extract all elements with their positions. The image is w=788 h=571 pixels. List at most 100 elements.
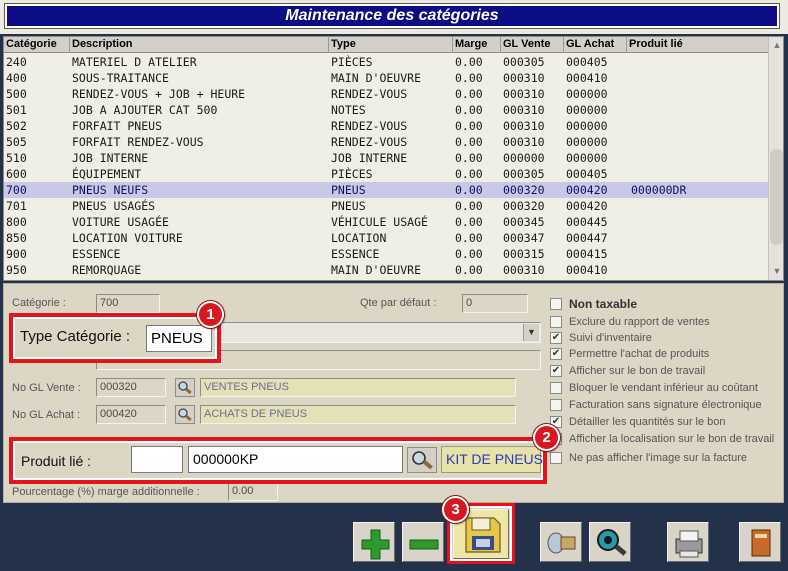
pourcentage-field[interactable]: 0.00 [228, 482, 278, 501]
column-header-gl-vente[interactable]: GL Vente [501, 37, 564, 53]
table-cell: 400 [6, 71, 27, 85]
search-icon [178, 381, 192, 395]
search-button[interactable] [589, 522, 631, 562]
option-checkbox[interactable]: Facturation sans signature électronique [550, 399, 762, 411]
produit-lie-prefix-field[interactable] [131, 446, 183, 473]
table-cell: 000320 [503, 199, 545, 213]
table-cell: 000000DR [631, 183, 687, 197]
table-row[interactable]: 510 JOB INTERNE JOB INTERNE 0.00 000000 00000… [4, 150, 768, 166]
bottom-toolbar [0, 503, 788, 571]
table-cell: 000445 [566, 215, 608, 229]
column-header-produit-lie[interactable]: Produit lié [627, 37, 768, 53]
lookup-button[interactable] [540, 522, 582, 562]
categories-grid[interactable]: Catégorie Description Type Marge GL Vent… [3, 36, 784, 281]
option-checkbox[interactable]: Ne pas afficher l'image sur la facture [550, 452, 747, 464]
delete-button[interactable] [402, 522, 444, 562]
chevron-down-icon[interactable]: ▼ [523, 324, 539, 341]
option-checkbox[interactable]: ✔ Suivi d'inventaire [550, 332, 652, 344]
table-row[interactable]: 240 MATERIEL D ATELIER PIÈCES 0.00 000305 000… [4, 54, 768, 70]
gl-achat-field[interactable]: 000420 [96, 405, 166, 424]
option-checkbox[interactable]: Bloquer le vendant inférieur au coûtant [550, 382, 758, 394]
table-row[interactable]: 701 PNEUS USAGÉS PNEUS 0.00 000320 000420 [4, 198, 768, 214]
table-row[interactable]: 600 ÉQUIPEMENT PIÈCES 0.00 000305 000405 [4, 166, 768, 182]
produit-lie-field[interactable]: 000000KP [188, 446, 403, 473]
column-header-description[interactable]: Description [70, 37, 329, 53]
table-row[interactable]: 500 RENDEZ-VOUS + JOB + HEURE RENDEZ-VOUS 0… [4, 86, 768, 102]
checkmark-icon[interactable]: ✔ [550, 332, 562, 344]
option-checkbox[interactable]: Exclure du rapport de ventes [550, 316, 710, 328]
column-header-categorie[interactable]: Catégorie [4, 37, 70, 53]
table-cell: PNEUS USAGÉS [72, 199, 156, 213]
print-button[interactable] [667, 522, 709, 562]
table-cell: 000000 [566, 151, 608, 165]
gl-vente-description: VENTES PNEUS [200, 378, 516, 397]
checkbox-empty[interactable] [550, 316, 562, 328]
categorie-label: Catégorie : [12, 297, 66, 309]
table-cell: VÉHICULE USAGÉ [331, 215, 428, 229]
table-cell: 000310 [503, 87, 545, 101]
table-row[interactable]: 502 FORFAIT PNEUS RENDEZ-VOUS 0.00 000310 000… [4, 118, 768, 134]
table-row[interactable]: 850 LOCATION VOITURE LOCATION 0.00 000347 000… [4, 230, 768, 246]
table-row[interactable]: 800 VOITURE USAGÉE VÉHICULE USAGÉ 0.00 00034… [4, 214, 768, 230]
table-cell: 000415 [566, 247, 608, 261]
column-header-type[interactable]: Type [329, 37, 453, 53]
table-cell: PIÈCES [331, 55, 373, 69]
table-cell: PNEUS NEUFS [72, 183, 149, 197]
option-checkbox[interactable]: ✔ Afficher sur le bon de travail [550, 365, 705, 377]
table-cell: 600 [6, 167, 27, 181]
gl-achat-lookup-button[interactable] [175, 405, 195, 424]
qte-field[interactable]: 0 [462, 294, 528, 313]
table-cell: 950 [6, 263, 27, 277]
printer-icon [675, 530, 703, 558]
table-cell: 000305 [503, 167, 545, 181]
table-cell: 000000 [566, 135, 608, 149]
checkmark-icon[interactable]: ✔ [550, 348, 562, 360]
checkbox-empty[interactable] [550, 382, 562, 394]
add-button[interactable] [353, 522, 395, 562]
table-cell: 0.00 [455, 135, 483, 149]
table-cell: 0.00 [455, 71, 483, 85]
search-icon [178, 408, 192, 422]
type-categorie-field[interactable]: PNEUS [146, 325, 212, 352]
scroll-up-icon[interactable]: ▲ [769, 37, 783, 53]
checkbox-empty[interactable] [550, 399, 562, 411]
option-checkbox[interactable]: ✔ Détailler les quantités sur le bon [550, 416, 726, 428]
scroll-down-icon[interactable]: ▼ [769, 263, 783, 279]
categorie-field[interactable]: 700 [96, 294, 160, 313]
table-cell: 000405 [566, 55, 608, 69]
exit-button[interactable] [739, 522, 781, 562]
table-cell: 0.00 [455, 199, 483, 213]
table-row[interactable]: 505 FORFAIT RENDEZ-VOUS RENDEZ-VOUS 0.00 000… [4, 134, 768, 150]
table-cell: ESSENCE [331, 247, 380, 261]
badge-3: 3 [442, 496, 469, 523]
table-cell: 000310 [503, 71, 545, 85]
produit-lie-lookup-button[interactable] [407, 447, 437, 473]
callout-produit-lie: Produit lié : 000000KP KIT DE PNEUS [9, 437, 547, 484]
qte-label: Qte par défaut : [360, 297, 437, 309]
table-cell: 900 [6, 247, 27, 261]
gl-vente-lookup-button[interactable] [175, 378, 195, 397]
table-cell: VOITURE USAGÉE [72, 215, 169, 229]
table-cell: 800 [6, 215, 27, 229]
checkbox-empty[interactable] [550, 298, 562, 310]
table-row[interactable]: 900 ESSENCE ESSENCE 0.00 000315 000415 [4, 246, 768, 262]
table-row[interactable]: 950 REMORQUAGE MAIN D'OEUVRE 0.00 000310 0004… [4, 262, 768, 278]
grid-scrollbar[interactable]: ▲ ▼ [768, 37, 783, 280]
badge-1: 1 [197, 301, 224, 328]
table-cell: 000420 [566, 183, 608, 197]
option-checkbox[interactable]: Afficher la localisation sur le bon de t… [550, 433, 774, 445]
checkbox-empty[interactable] [550, 452, 562, 464]
column-header-marge[interactable]: Marge [453, 37, 501, 53]
badge-2: 2 [533, 424, 560, 451]
option-checkbox[interactable]: Non taxable [550, 297, 637, 311]
table-row[interactable]: 700 PNEUS NEUFS PNEUS 0.00 000320 000420 00000… [4, 182, 768, 198]
table-cell: 500 [6, 87, 27, 101]
table-row[interactable]: 501 JOB A AJOUTER CAT 500 NOTES 0.00 000310 0… [4, 102, 768, 118]
option-checkbox[interactable]: ✔ Permettre l'achat de produits [550, 348, 709, 360]
column-header-gl-achat[interactable]: GL Achat [564, 37, 627, 53]
checkmark-icon[interactable]: ✔ [550, 365, 562, 377]
scroll-thumb[interactable] [770, 149, 783, 245]
table-row[interactable]: 400 SOUS-TRAITANCE MAIN D'OEUVRE 0.00 000310… [4, 70, 768, 86]
gl-vente-field[interactable]: 000320 [96, 378, 166, 397]
table-cell: JOB INTERNE [72, 151, 149, 165]
